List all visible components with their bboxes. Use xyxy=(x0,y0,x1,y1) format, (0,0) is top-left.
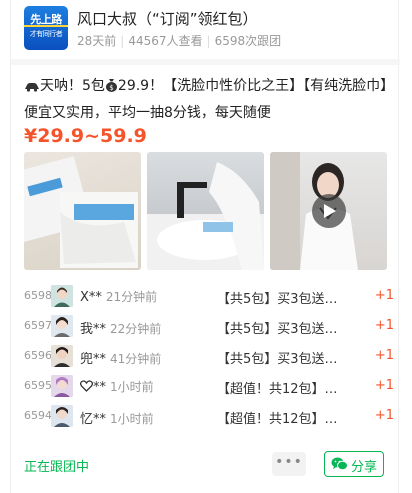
share-label: 分享 xyxy=(351,460,378,475)
order-row[interactable]: 6594 忆** 1小时前 【超值！共12包】… +1 xyxy=(24,405,394,429)
product-video[interactable] xyxy=(270,152,387,270)
price-range: ¥29.9~59.9 xyxy=(24,125,147,147)
group-status: 正在跟团中 xyxy=(24,460,90,475)
avatar xyxy=(51,375,73,397)
more-button[interactable]: ••• xyxy=(272,452,306,476)
heart-icon xyxy=(79,380,94,392)
svg-text:$: $ xyxy=(109,84,113,92)
time-ago: 28天前 xyxy=(77,34,117,48)
order-row[interactable]: 6597 我** 22分钟前 【共5包】买3包送… +1 xyxy=(24,315,394,339)
avatar xyxy=(51,345,73,367)
meta-divider: | xyxy=(120,34,125,48)
order-row[interactable]: 6598 X** 21分钟前 【共5包】买3包送… +1 xyxy=(24,285,394,309)
wechat-icon xyxy=(331,457,348,471)
user-name: 我** 22分钟前 xyxy=(80,322,162,337)
post-header: 先上路 才有同行者 风口大叔（“订阅”领红包） 28天前 | 44567人查看 | 65… xyxy=(24,6,394,50)
play-icon[interactable] xyxy=(312,194,346,228)
product-image-1[interactable] xyxy=(24,152,141,270)
avatar xyxy=(51,285,73,307)
order-time: 21分钟前 xyxy=(105,290,158,304)
order-time: 41分钟前 xyxy=(110,352,162,366)
user-name: X** 21分钟前 xyxy=(80,290,158,305)
order-quantity: +1 xyxy=(374,318,394,333)
money-bag-icon: $ xyxy=(105,76,118,101)
media-gallery xyxy=(24,152,387,270)
user-name: 忆** 1小时前 xyxy=(80,412,154,427)
order-item: 【共5包】买3包送… xyxy=(217,292,338,307)
view-count: 44567人查看 xyxy=(128,34,203,48)
order-quantity: +1 xyxy=(374,288,394,303)
order-time: 1小时前 xyxy=(110,380,154,394)
author-avatar[interactable]: 先上路 才有同行者 xyxy=(24,6,68,50)
car-icon xyxy=(24,76,40,101)
post-meta: 28天前 | 44567人查看 | 6598次跟团 xyxy=(77,32,281,49)
order-quantity: +1 xyxy=(374,348,394,363)
order-number: 6594 xyxy=(24,409,52,422)
order-time: 22分钟前 xyxy=(110,322,162,336)
share-button[interactable]: 分享 xyxy=(324,451,384,477)
order-quantity: +1 xyxy=(374,408,394,423)
user-name: ** 1小时前 xyxy=(79,378,154,395)
order-time: 1小时前 xyxy=(110,412,154,426)
order-item: 【共5包】买3包送… xyxy=(217,352,338,367)
post-description[interactable]: 天呐！5包 $29.9！【洗脸巾性价比之王】【有纯洗脸巾】便宜又实用，平均一抽8分… xyxy=(24,74,388,124)
user-name: 兜** 41分钟前 xyxy=(80,352,162,367)
logo-line2: 才有同行者 xyxy=(29,30,63,38)
order-quantity: +1 xyxy=(374,378,394,393)
author-name[interactable]: 风口大叔（“订阅”领红包） xyxy=(77,8,258,29)
avatar xyxy=(51,315,73,337)
meta-divider: | xyxy=(206,34,211,48)
logo-stripe xyxy=(24,25,68,27)
order-row[interactable]: 6595 ** 1小时前 【超值！共12包】… +1 xyxy=(24,375,394,399)
order-number: 6596 xyxy=(24,349,52,362)
section-divider xyxy=(11,59,400,65)
order-number: 6597 xyxy=(24,319,52,332)
order-item: 【超值！共12包】… xyxy=(217,382,338,397)
follow-count: 6598次跟团 xyxy=(214,34,282,48)
order-item: 【共5包】买3包送… xyxy=(217,322,338,337)
order-number: 6598 xyxy=(24,289,52,302)
desc-text-1: 天呐！5包 xyxy=(40,78,105,94)
order-item: 【超值！共12包】… xyxy=(217,412,338,427)
product-image-2[interactable] xyxy=(147,152,264,270)
group-buy-card[interactable]: 先上路 才有同行者 风口大叔（“订阅”领红包） 28天前 | 44567人查看 | 65… xyxy=(10,0,400,493)
order-number: 6595 xyxy=(24,379,52,392)
order-row[interactable]: 6596 兜** 41分钟前 【共5包】买3包送… +1 xyxy=(24,345,394,369)
avatar xyxy=(51,405,73,427)
